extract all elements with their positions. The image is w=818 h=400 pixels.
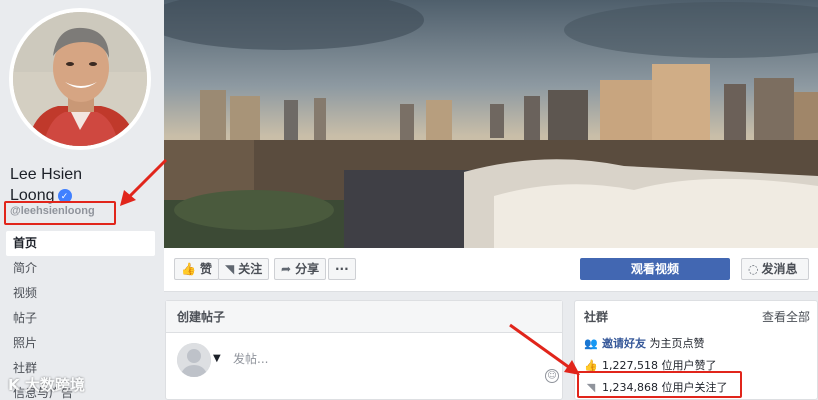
nav-item-about[interactable]: 简介 — [6, 256, 155, 281]
invite-text: 为主页点赞 — [649, 337, 705, 350]
thumbs-up-icon: 👍 — [181, 262, 196, 276]
page-action-bar: 👍 赞 ◥ 关注 ➦ 分享 ··· 观看视频 ◌ 发消息 — [164, 248, 818, 292]
more-button[interactable]: ··· — [328, 258, 356, 280]
rss-icon: ◥ — [225, 262, 235, 276]
follows-highlight-box — [577, 371, 742, 398]
follow-button[interactable]: ◥ 关注 — [218, 258, 270, 280]
left-sidebar: Lee Hsien Loong ✓ @leehsienloong 首页 简介 视频… — [0, 0, 162, 400]
create-post-title: 创建帖子 — [166, 301, 562, 333]
profile-avatar[interactable] — [9, 8, 151, 150]
profile-photo — [13, 12, 147, 146]
create-post-card: 创建帖子 ▼ 发帖... ☺ — [165, 300, 563, 400]
people-icon: 👥 — [584, 337, 598, 350]
emoji-icon[interactable]: ☺ — [545, 369, 559, 383]
page-handle[interactable]: @leehsienloong — [10, 205, 95, 217]
invite-friends-link[interactable]: 邀请好友 — [602, 337, 646, 350]
share-icon: ➦ — [281, 262, 292, 276]
cover-photo[interactable] — [164, 0, 818, 248]
follow-label: 关注 — [238, 262, 263, 276]
nav-item-photos[interactable]: 照片 — [6, 331, 155, 356]
nav-item-home[interactable]: 首页 — [6, 231, 155, 256]
page-name-line1: Lee Hsien — [10, 166, 83, 183]
like-label: 赞 — [199, 262, 212, 276]
composer-avatar — [177, 343, 211, 377]
nav-item-videos[interactable]: 视频 — [6, 281, 155, 306]
send-message-button[interactable]: ◌ 发消息 — [741, 258, 809, 280]
nav-item-posts[interactable]: 帖子 — [6, 306, 155, 331]
share-label: 分享 — [295, 262, 320, 276]
share-button[interactable]: ➦ 分享 — [274, 258, 327, 280]
more-label: ··· — [335, 262, 349, 276]
messenger-icon: ◌ — [748, 262, 759, 276]
see-all-link[interactable]: 查看全部 — [762, 308, 810, 325]
watermark-logo: K 大数跨境 — [8, 376, 85, 394]
create-post-input[interactable]: 发帖... — [233, 350, 268, 367]
page-name: Lee Hsien Loong ✓ — [10, 164, 120, 206]
send-message-label: 发消息 — [761, 262, 798, 276]
chevron-down-icon[interactable]: ▼ — [213, 353, 221, 364]
watch-video-button[interactable]: 观看视频 — [580, 258, 730, 280]
community-title: 社群 — [584, 310, 609, 324]
invite-friends-row: 👥 邀请好友 为主页点赞 — [584, 335, 705, 351]
like-button[interactable]: 👍 赞 — [174, 258, 219, 280]
